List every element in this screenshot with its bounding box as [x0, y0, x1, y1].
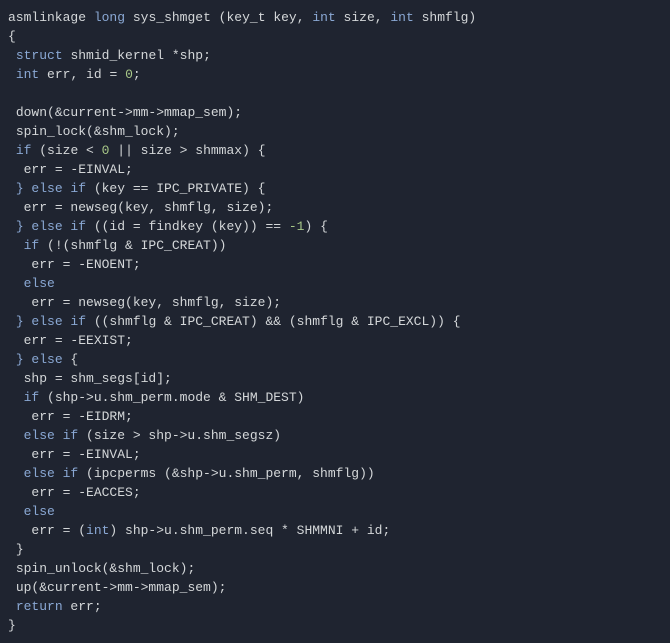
code-line: err = -EEXIST;	[8, 333, 133, 348]
code-line: err = -EIDRM;	[8, 409, 133, 424]
code-line: }	[8, 618, 16, 633]
code-line: struct shmid_kernel *shp;	[8, 48, 211, 63]
code-line: if (size < 0 || size > shmmax) {	[8, 143, 266, 158]
code-line: if (shp->u.shm_perm.mode & SHM_DEST)	[8, 390, 304, 405]
code-line: if (!(shmflg & IPC_CREAT))	[8, 238, 226, 253]
code-line: down(&current->mm->mmap_sem);	[8, 105, 242, 120]
code-line: up(&current->mm->mmap_sem);	[8, 580, 226, 595]
code-line: } else if (key == IPC_PRIVATE) {	[8, 181, 265, 196]
code-block: asmlinkage long sys_shmget (key_t key, i…	[8, 8, 646, 635]
code-line: spin_unlock(&shm_lock);	[8, 561, 195, 576]
code-line: int err, id = 0;	[8, 67, 141, 82]
code-line: } else if ((id = findkey (key)) == -1) {	[8, 219, 328, 234]
code-line: err = -ENOENT;	[8, 257, 141, 272]
code-line: }	[8, 542, 24, 557]
code-line: asmlinkage long sys_shmget (key_t key, i…	[8, 10, 476, 25]
code-line: err = newseg(key, shmflg, size);	[8, 295, 281, 310]
code-line: {	[8, 29, 16, 44]
code-line: err = (int) shp->u.shm_perm.seq * SHMMNI…	[8, 523, 390, 538]
code-line: } else {	[8, 352, 78, 367]
code-line: err = -EINVAL;	[8, 447, 141, 462]
code-line: else	[8, 276, 55, 291]
code-line: return err;	[8, 599, 102, 614]
code-line: shp = shm_segs[id];	[8, 371, 172, 386]
code-line: err = -EACCES;	[8, 485, 141, 500]
code-line: else	[8, 504, 55, 519]
code-line	[8, 86, 16, 101]
code-line: else if (size > shp->u.shm_segsz)	[8, 428, 281, 443]
code-line: err = -EINVAL;	[8, 162, 133, 177]
code-line: spin_lock(&shm_lock);	[8, 124, 180, 139]
code-line: err = newseg(key, shmflg, size);	[8, 200, 273, 215]
code-line: else if (ipcperms (&shp->u.shm_perm, shm…	[8, 466, 375, 481]
code-line: } else if ((shmflg & IPC_CREAT) && (shmf…	[8, 314, 461, 329]
